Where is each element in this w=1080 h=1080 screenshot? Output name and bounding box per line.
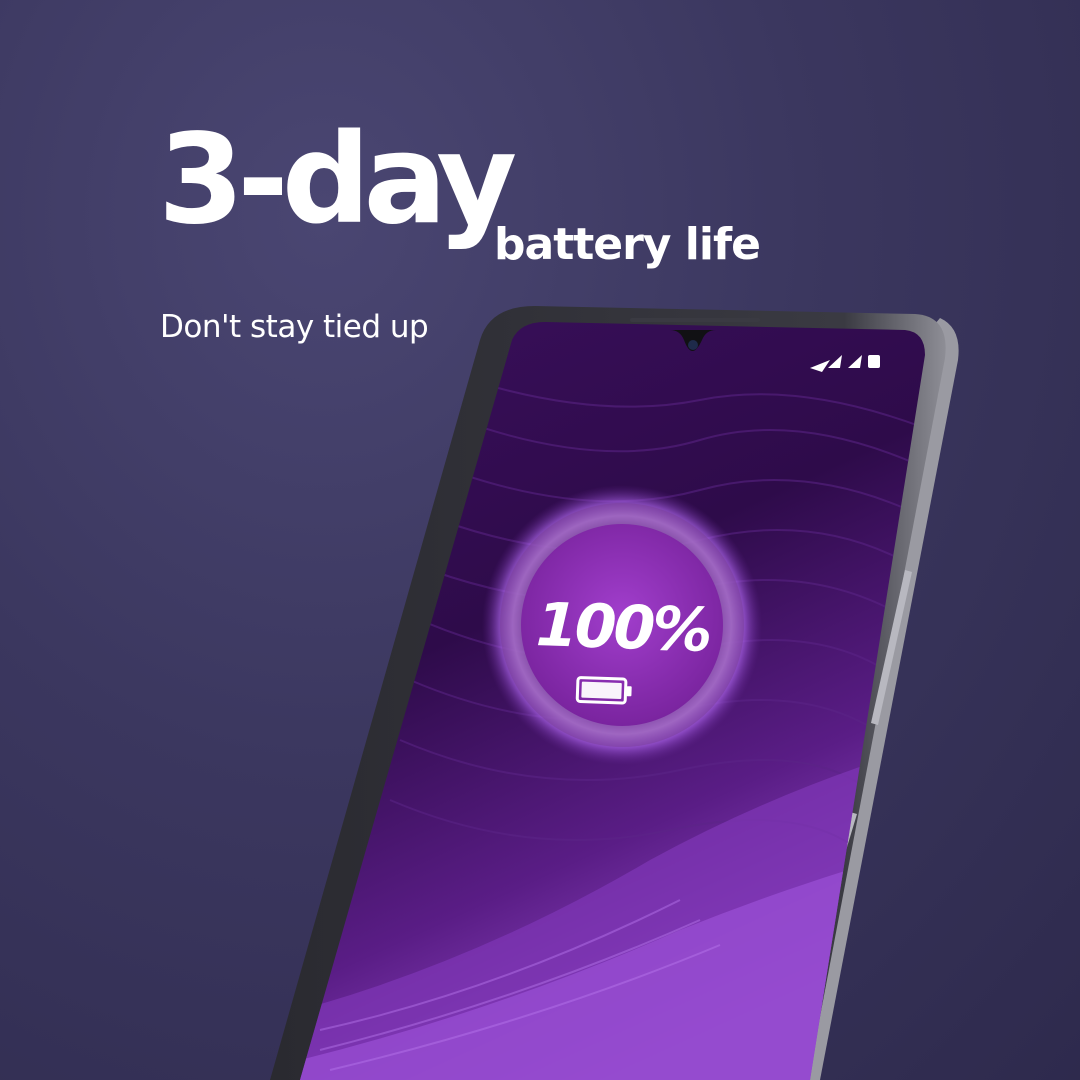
battery-percent: 100% <box>534 589 711 666</box>
battery-icon <box>575 676 632 705</box>
front-camera <box>688 340 698 350</box>
earpiece-speaker <box>630 318 760 322</box>
battery-badge: 100% <box>519 517 728 726</box>
battery-status-icon <box>868 355 880 368</box>
